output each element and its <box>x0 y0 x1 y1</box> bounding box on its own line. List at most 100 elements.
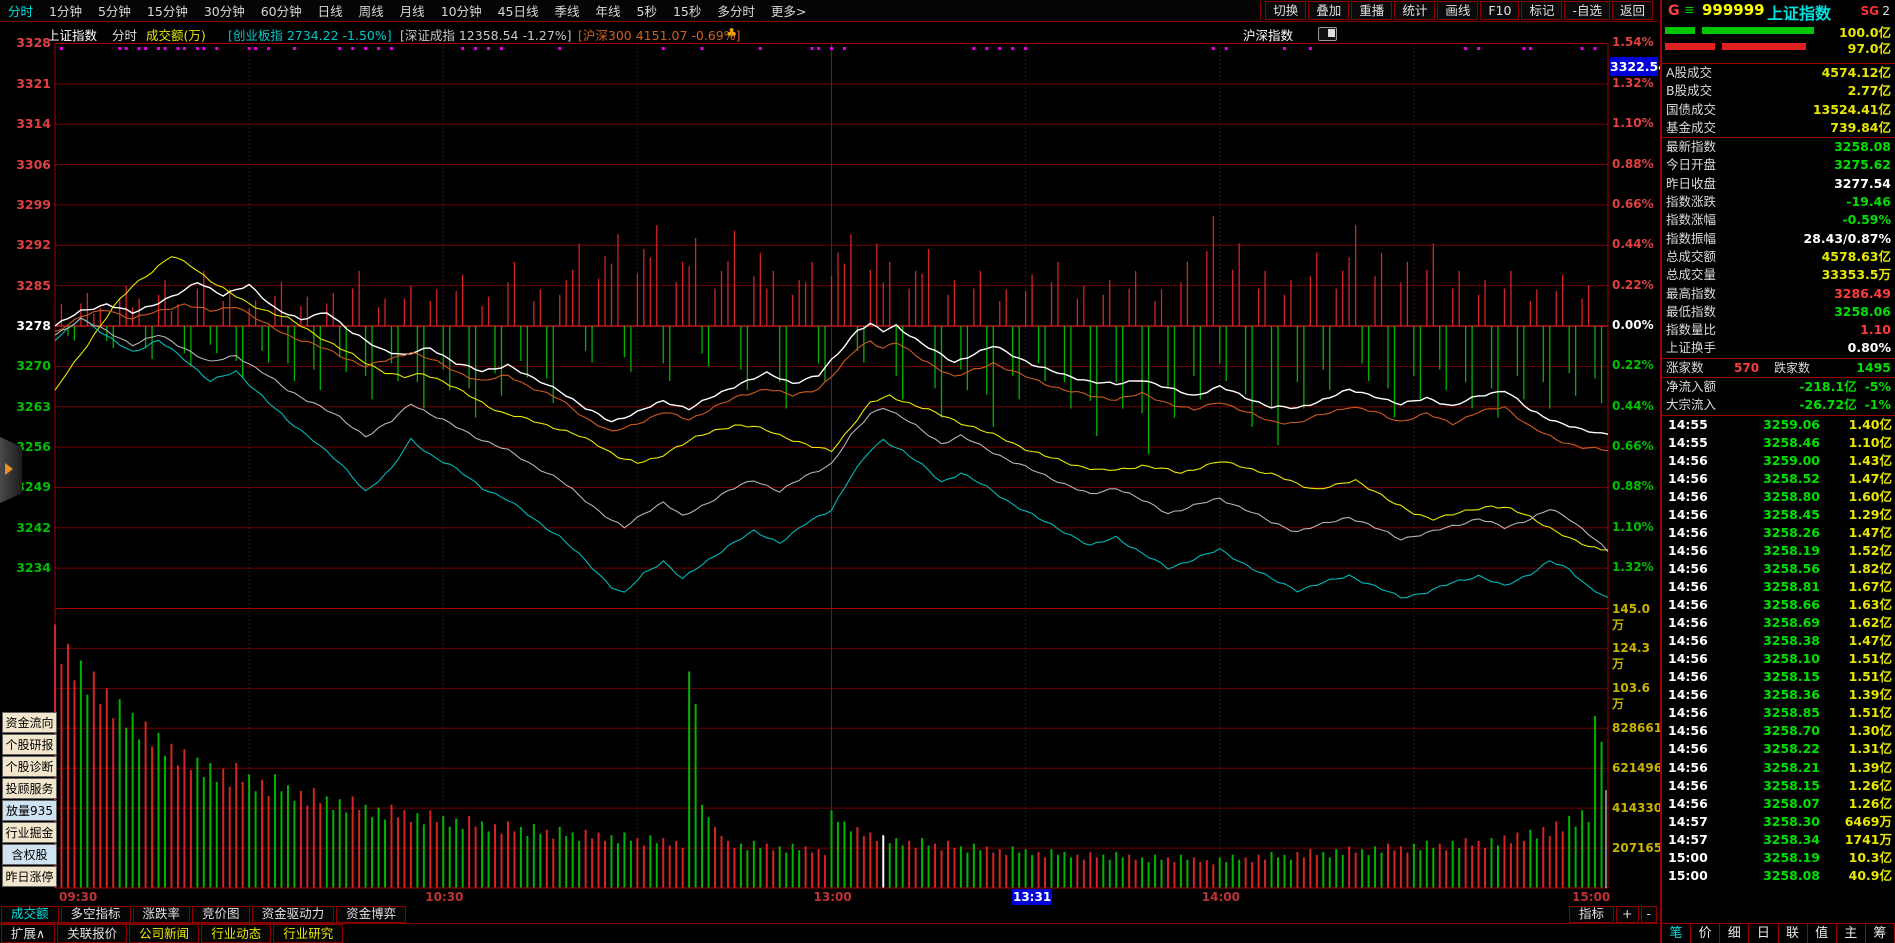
tick-row[interactable]: 14:553258.461.10亿 <box>1662 434 1895 452</box>
event-dot[interactable] <box>817 47 820 50</box>
event-dot[interactable] <box>1522 47 1525 50</box>
quick-link-5[interactable]: 行业掘金 <box>2 822 57 843</box>
sidebar-collapse-handle[interactable] <box>0 437 22 503</box>
indicator-tab[interactable]: 资金博弈 <box>336 906 406 923</box>
info-tab[interactable]: 关联报价 <box>57 924 127 943</box>
quick-link-4[interactable]: 放量935 <box>2 800 57 821</box>
quick-link-3[interactable]: 投顾服务 <box>2 778 57 799</box>
tick-row[interactable]: 14:563258.561.82亿 <box>1662 560 1895 578</box>
zoom-out-button[interactable]: - <box>1641 906 1658 923</box>
quote-tab-笔[interactable]: 笔 <box>1662 924 1691 943</box>
tick-row[interactable]: 14:563258.661.63亿 <box>1662 596 1895 614</box>
event-dot[interactable] <box>248 47 251 50</box>
event-dot[interactable] <box>215 47 218 50</box>
info-tab[interactable]: 公司新闻 <box>129 924 199 943</box>
event-dot[interactable] <box>474 47 477 50</box>
hamburger-icon[interactable]: ≡ <box>1684 3 1695 18</box>
tick-row[interactable]: 14:563258.811.67亿 <box>1662 578 1895 596</box>
tick-row[interactable]: 14:563258.221.31亿 <box>1662 740 1895 758</box>
event-dot[interactable] <box>985 47 988 50</box>
event-dot[interactable] <box>701 47 704 50</box>
tick-row[interactable]: 14:563258.801.60亿 <box>1662 488 1895 506</box>
tick-row[interactable]: 14:563259.001.43亿 <box>1662 452 1895 470</box>
event-dot[interactable] <box>1581 47 1584 50</box>
event-dot[interactable] <box>759 47 762 50</box>
event-dot[interactable] <box>1024 47 1027 50</box>
quote-tab-日[interactable]: 日 <box>1749 924 1778 943</box>
quick-link-6[interactable]: 含权股 <box>2 844 57 865</box>
indicator-tab[interactable]: 多空指标 <box>61 906 131 923</box>
tick-row[interactable]: 14:563258.851.51亿 <box>1662 704 1895 722</box>
event-dot[interactable] <box>267 47 270 50</box>
tick-row[interactable]: 14:563258.451.29亿 <box>1662 506 1895 524</box>
tick-row[interactable]: 14:563258.701.30亿 <box>1662 722 1895 740</box>
info-tab[interactable]: 扩展∧ <box>1 924 55 943</box>
quick-link-1[interactable]: 个股研报 <box>2 734 57 755</box>
event-dot[interactable] <box>351 47 354 50</box>
event-dot[interactable] <box>1225 47 1228 50</box>
tick-row[interactable]: 14:563258.521.47亿 <box>1662 470 1895 488</box>
tick-row[interactable]: 14:563258.691.62亿 <box>1662 614 1895 632</box>
info-tab[interactable]: 行业动态 <box>201 924 271 943</box>
info-tab[interactable]: 行业研究 <box>273 924 343 943</box>
tick-row[interactable]: 14:563258.211.39亿 <box>1662 759 1895 777</box>
event-dot[interactable] <box>138 47 141 50</box>
event-dot[interactable] <box>1283 47 1286 50</box>
intraday-chart[interactable] <box>0 0 1660 906</box>
event-dot[interactable] <box>843 47 846 50</box>
event-dot[interactable] <box>487 47 490 50</box>
event-dot[interactable] <box>293 47 296 50</box>
quote-tab-值[interactable]: 值 <box>1808 924 1837 943</box>
indicator-tab[interactable]: 竞价图 <box>192 906 250 923</box>
zoom-in-button[interactable]: + <box>1616 906 1638 923</box>
indicator-tab[interactable]: 涨跌率 <box>133 906 191 923</box>
event-dot[interactable] <box>1477 47 1480 50</box>
event-dot[interactable] <box>125 47 128 50</box>
event-dot[interactable] <box>60 47 63 50</box>
event-dot[interactable] <box>500 47 503 50</box>
tick-row[interactable]: 14:553259.061.40亿 <box>1662 416 1895 434</box>
quote-tab-细[interactable]: 细 <box>1720 924 1749 943</box>
tick-row[interactable]: 14:563258.101.51亿 <box>1662 650 1895 668</box>
event-dot[interactable] <box>118 47 121 50</box>
event-dot[interactable] <box>972 47 975 50</box>
event-dot[interactable] <box>1309 47 1312 50</box>
event-dot[interactable] <box>998 47 1001 50</box>
indicator-tab[interactable]: 成交额 <box>1 906 59 923</box>
event-dot[interactable] <box>830 47 833 50</box>
event-dot[interactable] <box>254 47 257 50</box>
event-dot[interactable] <box>1594 47 1597 50</box>
event-dot[interactable] <box>1529 47 1532 50</box>
tick-row[interactable]: 14:563258.261.47亿 <box>1662 524 1895 542</box>
event-dot[interactable] <box>1011 47 1014 50</box>
indicator-button[interactable]: 指标 <box>1569 906 1614 923</box>
tick-row[interactable]: 14:563258.381.47亿 <box>1662 632 1895 650</box>
event-dot[interactable] <box>811 47 814 50</box>
event-dot[interactable] <box>1212 47 1215 50</box>
tick-row[interactable]: 14:563258.191.52亿 <box>1662 542 1895 560</box>
event-dot[interactable] <box>144 47 147 50</box>
tick-row[interactable]: 15:003258.0840.9亿 <box>1662 867 1895 885</box>
tick-row[interactable]: 14:563258.151.51亿 <box>1662 668 1895 686</box>
tick-row[interactable]: 14:563258.151.26亿 <box>1662 777 1895 795</box>
quote-tab-价[interactable]: 价 <box>1691 924 1720 943</box>
indicator-tab[interactable]: 资金驱动力 <box>252 906 335 923</box>
tick-row[interactable]: 15:003258.1910.3亿 <box>1662 849 1895 867</box>
quick-link-7[interactable]: 昨日涨停 <box>2 866 57 887</box>
tick-row[interactable]: 14:563258.361.39亿 <box>1662 686 1895 704</box>
tick-row[interactable]: 14:563258.071.26亿 <box>1662 795 1895 813</box>
event-dot[interactable] <box>558 47 561 50</box>
event-dot[interactable] <box>183 47 186 50</box>
event-dot[interactable] <box>1464 47 1467 50</box>
event-dot[interactable] <box>662 47 665 50</box>
event-dot[interactable] <box>390 47 393 50</box>
event-dot[interactable] <box>338 47 341 50</box>
event-dot[interactable] <box>202 47 205 50</box>
event-dot[interactable] <box>176 47 179 50</box>
event-dot[interactable] <box>377 47 380 50</box>
event-dot[interactable] <box>461 47 464 50</box>
event-dot[interactable] <box>364 47 367 50</box>
event-dot[interactable] <box>157 47 160 50</box>
quick-link-0[interactable]: 资金流向 <box>2 712 57 733</box>
quote-tab-主[interactable]: 主 <box>1837 924 1866 943</box>
